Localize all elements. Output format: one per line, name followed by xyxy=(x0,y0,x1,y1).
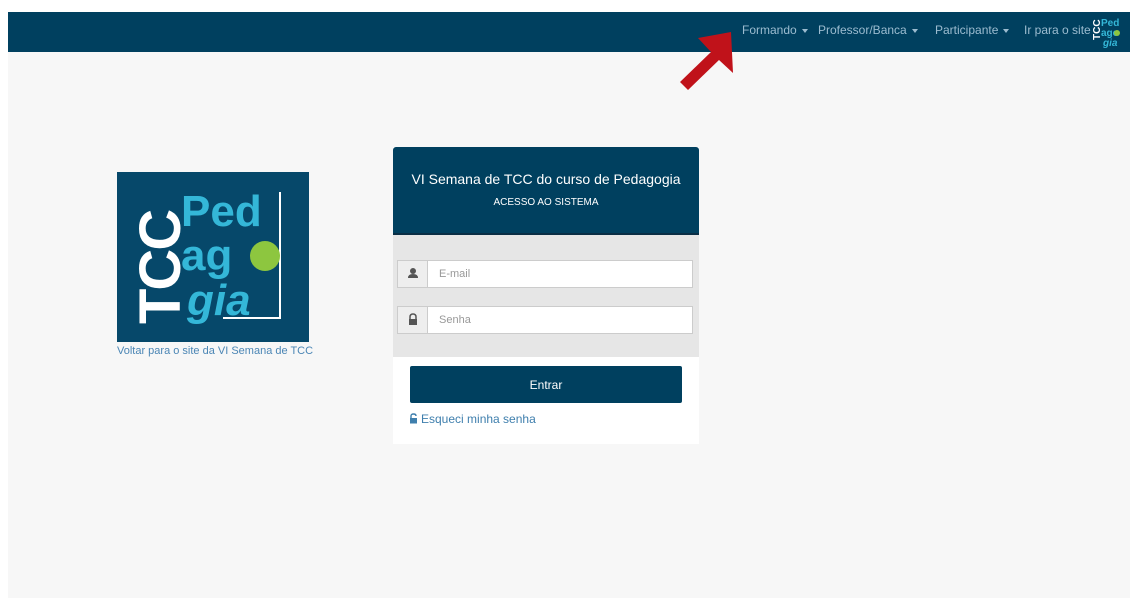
caret-down-icon xyxy=(911,28,918,33)
entrar-button[interactable]: Entrar xyxy=(410,366,682,403)
unlock-icon xyxy=(410,413,417,424)
page: Formando Professor/Banca Participante Ir… xyxy=(8,12,1130,598)
menu-formando[interactable]: Formando xyxy=(742,23,808,37)
site-link[interactable]: Ir para o site xyxy=(1024,23,1091,37)
password-input[interactable] xyxy=(429,307,699,333)
logo-ped-text: Ped xyxy=(181,187,262,236)
forgot-password-label: Esqueci minha senha xyxy=(421,412,536,426)
email-input[interactable] xyxy=(429,261,699,287)
menu-participante[interactable]: Participante xyxy=(935,23,1010,37)
email-field xyxy=(397,260,699,288)
login-card-header: VI Semana de TCC do curso de Pedagogia A… xyxy=(393,147,699,235)
login-form xyxy=(393,235,699,357)
lock-icon xyxy=(409,313,417,325)
password-field xyxy=(397,306,699,334)
caret-down-icon xyxy=(1003,28,1010,33)
menu-formando-label: Formando xyxy=(742,23,797,37)
login-subtitle: ACESSO AO SISTEMA xyxy=(493,197,599,208)
top-navbar: Formando Professor/Banca Participante Ir… xyxy=(8,12,1130,52)
menu-professor-banca[interactable]: Professor/Banca xyxy=(818,23,918,37)
menu-professor-banca-label: Professor/Banca xyxy=(818,23,907,37)
login-title: VI Semana de TCC do curso de Pedagogia xyxy=(411,171,681,187)
back-to-site-link[interactable]: Voltar para o site da VI Semana de TCC xyxy=(117,345,313,357)
navbar-logo[interactable]: TCC Ped ago gia xyxy=(1090,16,1122,48)
menu-participante-label: Participante xyxy=(935,23,999,37)
email-addon xyxy=(398,261,428,287)
logo-ago-text: ag xyxy=(181,231,232,280)
caret-down-icon xyxy=(801,28,808,33)
forgot-password-link[interactable]: Esqueci minha senha xyxy=(409,412,536,426)
logo-area: TCC Ped ag gia Voltar para o site da VI … xyxy=(117,172,313,357)
navbar-logo-gia: gia xyxy=(1102,38,1118,48)
user-icon xyxy=(408,268,418,278)
logo-gia-text: gia xyxy=(186,276,251,325)
password-addon xyxy=(398,307,428,333)
login-card: VI Semana de TCC do curso de Pedagogia A… xyxy=(393,147,699,444)
red-arrow-annotation xyxy=(680,32,733,90)
tcc-pedagogia-logo[interactable]: TCC Ped ag gia xyxy=(117,172,309,342)
